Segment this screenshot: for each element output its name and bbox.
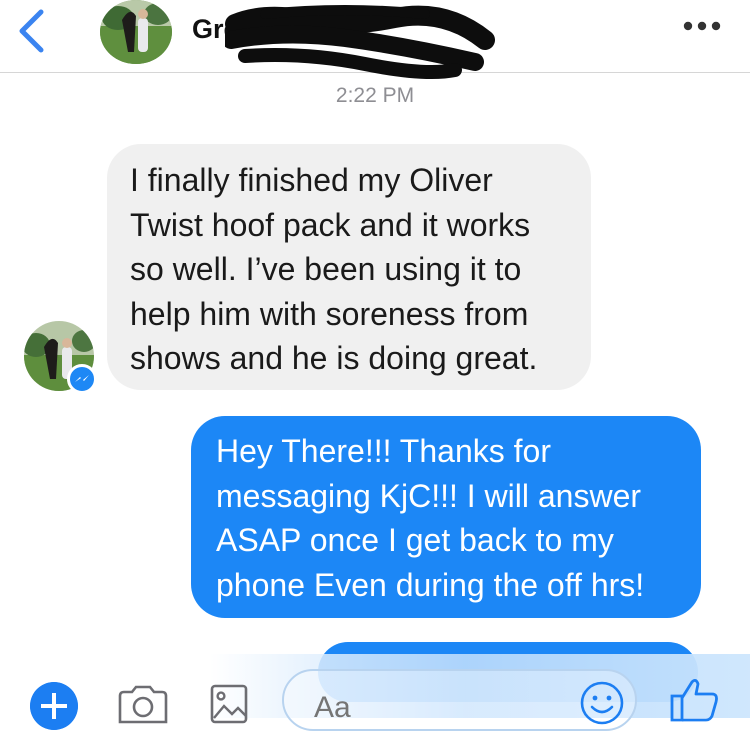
more-options-icon[interactable] [682, 18, 722, 34]
redaction-scribble [225, 5, 495, 79]
message-line: help him with soreness from [130, 295, 529, 332]
message-line: Twist hoof pack and it works [130, 206, 531, 243]
thumbs-up-icon[interactable] [668, 676, 720, 722]
contact-avatar[interactable] [100, 0, 172, 64]
back-chevron-icon[interactable] [14, 8, 48, 54]
message-line: shows and he is doing great. [130, 340, 538, 376]
incoming-message-bubble[interactable]: I finally finished my Oliver Twist hoof … [107, 144, 591, 390]
message-line: so well. I’ve been using it to [130, 251, 522, 287]
message-timestamp: 2:22 PM [335, 84, 415, 107]
outgoing-message-bubble[interactable]: Hey There!!! Thanks for messaging KjC!!!… [191, 416, 701, 618]
message-line: Hey There!!! Thanks for [216, 433, 551, 469]
message-line: ASAP once I get back to my [216, 522, 614, 558]
camera-icon[interactable] [116, 684, 170, 724]
messenger-badge-icon [67, 364, 97, 394]
emoji-icon[interactable] [580, 681, 624, 725]
plus-icon[interactable] [30, 682, 78, 730]
message-line: messaging KjC!!! I will answer [216, 477, 642, 514]
conversation-header: Gre [0, 0, 750, 79]
message-line: I finally finished my Oliver [130, 162, 493, 198]
photo-icon[interactable] [210, 684, 250, 724]
message-line: phone Even during the off hrs! [216, 566, 645, 603]
